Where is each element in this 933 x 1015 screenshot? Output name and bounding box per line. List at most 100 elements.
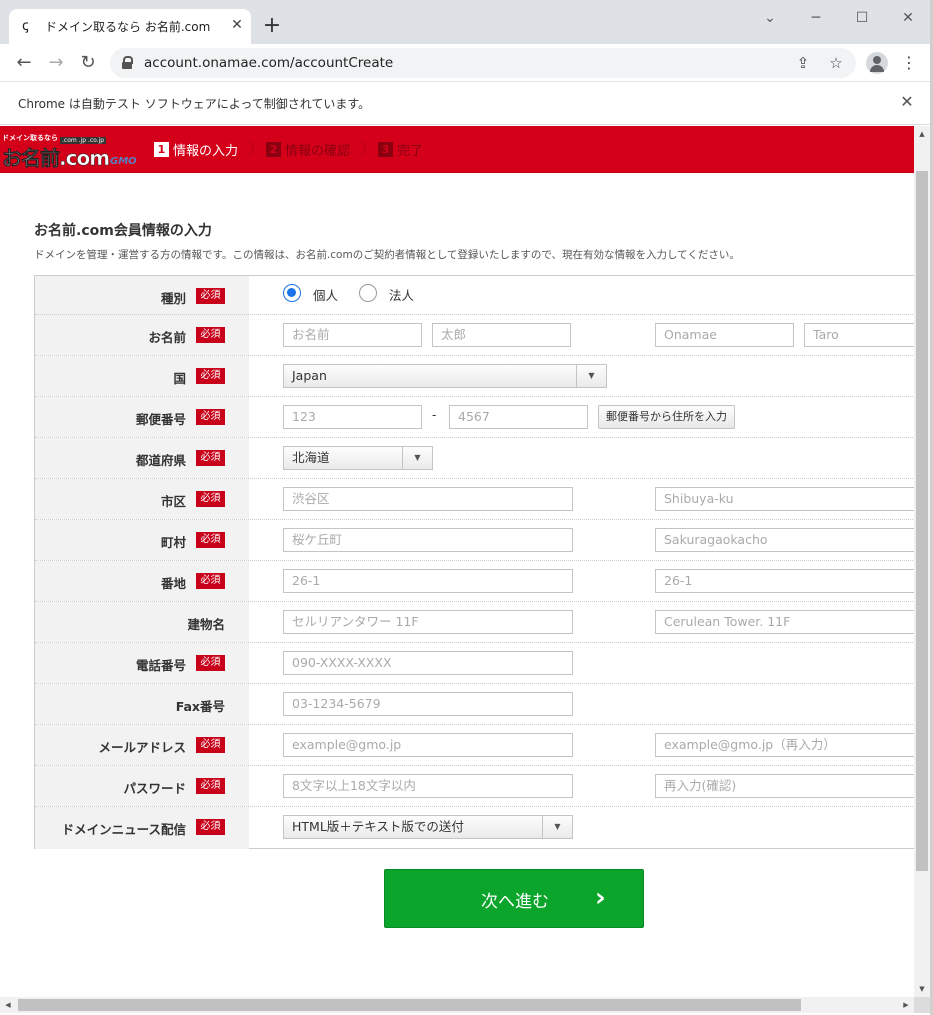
lock-icon[interactable] [122, 56, 133, 69]
row-password: パスワード 必須 8文字以上18文字以内 再入力(確認) [35, 765, 915, 806]
required-badge: 必須 [196, 327, 225, 343]
email-input[interactable]: example@gmo.jp [283, 733, 573, 757]
street-roman-input[interactable]: 26-1 [655, 569, 915, 593]
last-name-roman-input[interactable]: Onamae [655, 323, 794, 347]
phone-label: 電話番号 [135, 658, 186, 673]
kebab-menu-icon[interactable]: ⋮ [898, 52, 920, 74]
profile-icon[interactable] [866, 52, 888, 74]
maximize-icon[interactable]: ☐ [852, 8, 872, 28]
infobar-close-icon[interactable]: ✕ [898, 93, 916, 111]
row-fax: Fax番号 03-1234-5679 [35, 683, 915, 724]
country-select[interactable]: Japan ▼ [283, 364, 607, 388]
url-text[interactable]: account.onamae.com/accountCreate [144, 55, 393, 71]
logo-gmo: GMO [110, 156, 137, 167]
country-label: 国 [173, 371, 186, 386]
step-chevron-icon: 〉 [248, 139, 265, 158]
building-label: 建物名 [187, 617, 225, 632]
radio-corporate[interactable] [359, 284, 377, 302]
row-type: 種別 必須 個人 法人 [35, 276, 915, 317]
window-close-icon[interactable]: ✕ [898, 8, 918, 28]
required-badge: 必須 [196, 409, 225, 425]
onamae-logo[interactable]: ドメイン取るなら .com .jp .co.jp お名前.com GMO [2, 133, 148, 170]
address-bar[interactable]: account.onamae.com/accountCreate ⇪ ☆ [110, 48, 856, 78]
horizontal-scrollbar[interactable]: ◀ ▶ [0, 997, 914, 1013]
email-confirm-input[interactable]: example@gmo.jp（再入力） [655, 733, 915, 757]
town-label: 町村 [160, 535, 186, 550]
first-name-input[interactable]: 太郎 [432, 323, 571, 347]
form-title: お名前.com会員情報の入力 [34, 223, 212, 239]
row-town: 町村 必須 桜ケ丘町 Sakuragaokacho [35, 519, 915, 560]
row-street: 番地 必須 26-1 26-1 [35, 560, 915, 601]
step-1-number: 1 [154, 142, 169, 157]
browser-tab[interactable]: ꞔ ドメイン取るなら お名前.com ✕ [9, 9, 251, 44]
row-building: 建物名 セルリアンタワー 11F Cerulean Tower. 11F [35, 601, 915, 642]
row-postal: 郵便番号 必須 123 - 4567 郵便番号から住所を入力 [35, 396, 915, 437]
last-name-input[interactable]: お名前 [283, 323, 422, 347]
required-badge: 必須 [196, 573, 225, 589]
row-news: ドメインニュース配信 必須 HTML版＋テキスト版での送付 ▼ [35, 806, 915, 849]
next-button-label: 次へ進む [481, 892, 549, 912]
country-value: Japan [292, 368, 327, 383]
radio-individual-label[interactable]: 個人 [313, 285, 338, 304]
scroll-left-icon[interactable]: ◀ [2, 997, 14, 1013]
city-roman-input[interactable]: Shibuya-ku [655, 487, 915, 511]
label-cell: 国 必須 [35, 356, 249, 396]
label-cell: 都道府県 必須 [35, 438, 249, 478]
town-input[interactable]: 桜ケ丘町 [283, 528, 573, 552]
browser-toolbar: ← → ↻ account.onamae.com/accountCreate ⇪… [0, 44, 933, 82]
vertical-scroll-thumb[interactable] [916, 171, 928, 871]
postal-code-first-input[interactable]: 123 [283, 405, 422, 429]
fax-input[interactable]: 03-1234-5679 [283, 692, 573, 716]
postal-label: 郵便番号 [135, 412, 186, 427]
horizontal-scroll-thumb[interactable] [18, 999, 801, 1011]
required-badge: 必須 [196, 778, 225, 794]
back-arrow-icon[interactable]: ← [13, 52, 35, 74]
next-button[interactable]: 次へ進む › [384, 869, 644, 928]
vertical-scrollbar[interactable]: ▲ ▼ [914, 126, 930, 997]
prefecture-label: 都道府県 [135, 453, 186, 468]
name-label: お名前 [148, 330, 186, 345]
password-confirm-input[interactable]: 再入力(確認) [655, 774, 915, 798]
news-delivery-select[interactable]: HTML版＋テキスト版での送付 ▼ [283, 815, 573, 839]
label-cell: メールアドレス 必須 [35, 725, 249, 765]
street-input[interactable]: 26-1 [283, 569, 573, 593]
prefecture-select[interactable]: 北海道 ▼ [283, 446, 433, 470]
required-badge: 必須 [196, 819, 225, 835]
prefecture-value: 北海道 [292, 450, 330, 465]
scroll-down-icon[interactable]: ▼ [914, 983, 930, 995]
star-icon[interactable]: ☆ [827, 54, 845, 72]
postal-code-second-input[interactable]: 4567 [449, 405, 588, 429]
label-cell: 電話番号 必須 [35, 643, 249, 683]
share-icon[interactable]: ⇪ [794, 54, 812, 72]
postal-lookup-button[interactable]: 郵便番号から住所を入力 [598, 405, 735, 429]
radio-individual[interactable] [283, 284, 301, 302]
building-input[interactable]: セルリアンタワー 11F [283, 610, 573, 634]
row-country: 国 必須 Japan ▼ [35, 355, 915, 396]
reload-icon[interactable]: ↻ [77, 52, 99, 74]
required-badge: 必須 [196, 368, 225, 384]
new-tab-button[interactable]: + [262, 15, 282, 37]
news-delivery-value: HTML版＋テキスト版での送付 [292, 819, 464, 834]
password-label: パスワード [123, 781, 186, 796]
building-roman-input[interactable]: Cerulean Tower. 11F [655, 610, 915, 634]
city-label: 市区 [160, 494, 186, 509]
scroll-up-icon[interactable]: ▲ [914, 128, 930, 140]
tab-search-icon[interactable]: ⌄ [760, 8, 780, 28]
scroll-right-icon[interactable]: ▶ [900, 997, 912, 1013]
phone-input[interactable]: 090-XXXX-XXXX [283, 651, 573, 675]
step-2-number: 2 [266, 142, 281, 157]
forward-arrow-icon[interactable]: → [45, 52, 67, 74]
password-input[interactable]: 8文字以上18文字以内 [283, 774, 573, 798]
label-cell: Fax番号 [35, 684, 249, 724]
label-cell: 市区 必須 [35, 479, 249, 519]
minimize-icon[interactable]: ─ [806, 8, 826, 28]
row-name: お名前 必須 お名前 太郎 Onamae Taro [35, 314, 915, 355]
tab-close-icon[interactable]: ✕ [229, 17, 245, 33]
infobar-text: Chrome は自動テスト ソフトウェアによって制御されています。 [18, 97, 371, 111]
required-badge: 必須 [196, 532, 225, 548]
radio-corporate-label[interactable]: 法人 [389, 285, 414, 304]
city-input[interactable]: 渋谷区 [283, 487, 573, 511]
required-badge: 必須 [196, 288, 225, 304]
first-name-roman-input[interactable]: Taro [804, 323, 915, 347]
town-roman-input[interactable]: Sakuragaokacho [655, 528, 915, 552]
